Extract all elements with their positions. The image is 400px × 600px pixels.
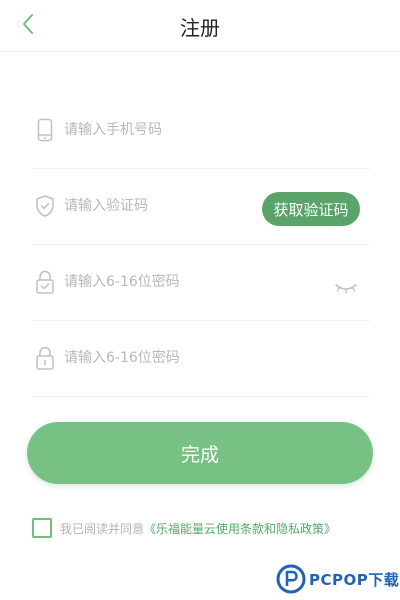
phone-field [32, 93, 370, 169]
verify-code-field: 获取验证码 [32, 169, 370, 245]
lock-icon [34, 345, 56, 371]
agreement-checkbox[interactable] [32, 518, 52, 538]
eye-closed-icon[interactable] [334, 279, 358, 294]
verify-code-input[interactable] [64, 191, 264, 221]
phone-input[interactable] [64, 115, 264, 145]
pcpop-logo-icon [276, 564, 306, 594]
watermark: PCPOP下载 [276, 562, 399, 596]
terms-link[interactable]: 《乐福能量云使用条款和隐私政策》 [144, 520, 336, 537]
watermark-text: PCPOP下载 [309, 570, 400, 589]
confirm-password-input[interactable] [64, 343, 264, 373]
nav-bar: 注册 [0, 0, 400, 52]
shield-icon [34, 193, 56, 219]
submit-button[interactable]: 完成 [27, 422, 373, 484]
agreement-text: 我已阅读并同意 [60, 521, 145, 536]
page-title: 注册 [180, 16, 220, 40]
password-input[interactable] [64, 267, 264, 297]
phone-icon [34, 117, 56, 143]
lock-icon [34, 269, 56, 295]
password-field [32, 245, 370, 321]
get-code-button[interactable]: 获取验证码 [262, 192, 360, 226]
agreement-row: 我已阅读并同意 《乐福能量云使用条款和隐私政策》 [32, 515, 336, 541]
confirm-password-field [32, 321, 370, 397]
